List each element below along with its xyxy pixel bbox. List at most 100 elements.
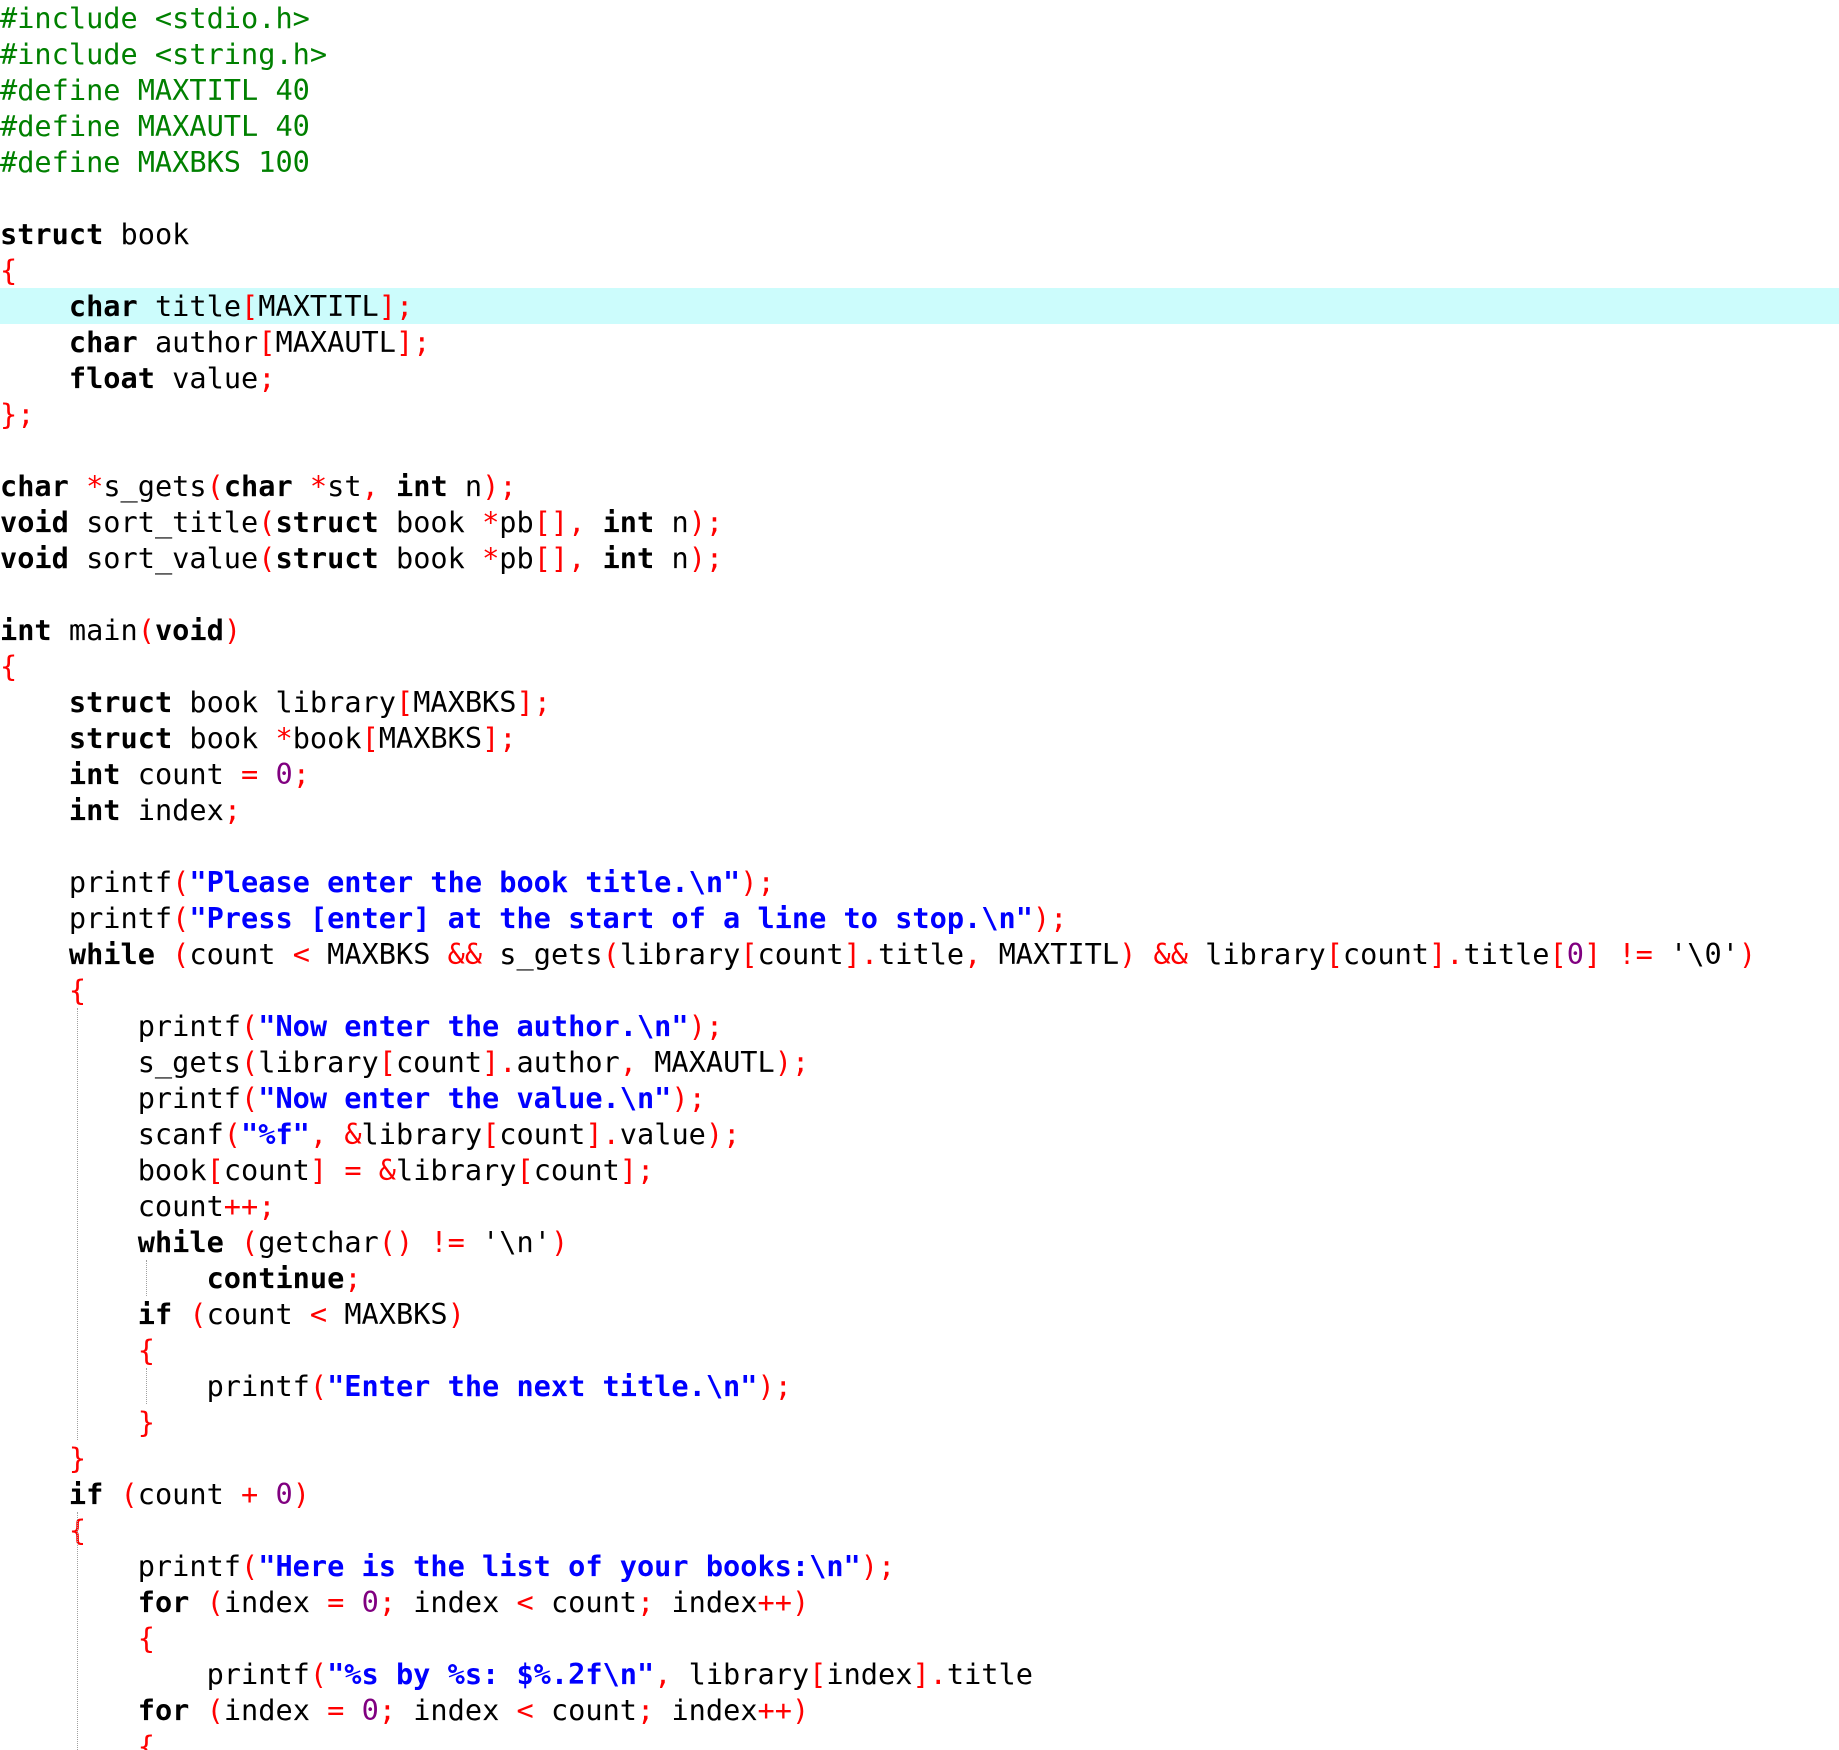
- token-op: ,: [309, 1117, 328, 1151]
- token-op: );: [705, 1117, 741, 1151]
- code-line[interactable]: };: [0, 396, 1839, 432]
- token-text: MAXTITL: [258, 289, 379, 323]
- code-line[interactable]: {: [0, 1620, 1839, 1656]
- code-line[interactable]: printf("Now enter the author.\n");: [0, 1008, 1839, 1044]
- token-text: book: [172, 721, 276, 755]
- code-editor[interactable]: #include <stdio.h> #include <string.h> #de…: [0, 0, 1839, 1750]
- token-op: ,: [654, 1657, 672, 1691]
- token-kw: int: [396, 469, 448, 503]
- token-op: ;: [378, 1585, 396, 1619]
- code-line[interactable]: #include <stdio.h>: [0, 0, 1839, 36]
- code-line[interactable]: printf("%s by %s: $%.2f\n", library[inde…: [0, 1656, 1839, 1692]
- token-text: index: [826, 1657, 913, 1691]
- token-text: author: [516, 1045, 620, 1079]
- code-line[interactable]: printf("Please enter the book title.\n")…: [0, 864, 1839, 900]
- token-str: "%f": [241, 1117, 310, 1151]
- token-op: ].: [482, 1045, 517, 1079]
- token-text: printf: [0, 1369, 310, 1403]
- code-line[interactable]: {: [0, 1512, 1839, 1548]
- code-line[interactable]: struct book library[MAXBKS];: [0, 684, 1839, 720]
- code-line[interactable]: float value;: [0, 360, 1839, 396]
- code-line[interactable]: }: [0, 1404, 1839, 1440]
- code-line[interactable]: continue;: [0, 1260, 1839, 1296]
- code-line[interactable]: for (index = 0; index < count; index++): [0, 1692, 1839, 1728]
- token-op: ].: [843, 937, 879, 971]
- token-op: [: [206, 1153, 224, 1187]
- code-line[interactable]: #define MAXTITL 40: [0, 72, 1839, 108]
- code-line[interactable]: char *s_gets(char *st, int n);: [0, 468, 1839, 504]
- code-line[interactable]: count++;: [0, 1188, 1839, 1224]
- token-op: =: [344, 1153, 362, 1187]
- code-line[interactable]: int main(void): [0, 612, 1839, 648]
- code-line[interactable]: {: [0, 1728, 1839, 1750]
- code-line[interactable]: {: [0, 648, 1839, 684]
- code-line[interactable]: scanf("%f", &library[count].value);: [0, 1116, 1839, 1152]
- token-op: {: [137, 1729, 155, 1750]
- code-line[interactable]: [0, 432, 1839, 468]
- code-line[interactable]: if (count < MAXBKS): [0, 1296, 1839, 1332]
- code-line[interactable]: void sort_value(struct book *pb[], int n…: [0, 540, 1839, 576]
- token-kw: struct: [68, 685, 173, 719]
- code-line[interactable]: {: [0, 252, 1839, 288]
- code-line[interactable]: char author[MAXAUTL];: [0, 324, 1839, 360]
- code-line[interactable]: {: [0, 1332, 1839, 1368]
- token-op: );: [688, 541, 724, 575]
- token-op: &&: [447, 937, 483, 971]
- code-line[interactable]: int count = 0;: [0, 756, 1839, 792]
- code-line[interactable]: int index;: [0, 792, 1839, 828]
- code-line[interactable]: struct book *book[MAXBKS];: [0, 720, 1839, 756]
- token-op: ].: [1429, 937, 1464, 971]
- token-op: (: [206, 469, 224, 503]
- token-op: ): [292, 1477, 310, 1511]
- code-line[interactable]: }: [0, 1440, 1839, 1476]
- code-line[interactable]: while (count < MAXBKS && s_gets(library[…: [0, 936, 1839, 972]
- code-line[interactable]: printf("Enter the next title.\n");: [0, 1368, 1839, 1404]
- code-line[interactable]: for (index = 0; index < count; index++): [0, 1584, 1839, 1620]
- token-kw: while: [137, 1225, 224, 1259]
- token-text: index: [654, 1693, 758, 1727]
- code-line[interactable]: [0, 576, 1839, 612]
- token-num: 0: [275, 1477, 293, 1511]
- code-line[interactable]: [0, 828, 1839, 864]
- token-kw: while: [68, 937, 155, 971]
- code-line[interactable]: while (getchar() != '\n'): [0, 1224, 1839, 1260]
- token-kw: for: [137, 1585, 190, 1619]
- token-op: *: [86, 469, 104, 503]
- code-line[interactable]: if (count + 0): [0, 1476, 1839, 1512]
- token-text: sort_value: [68, 541, 259, 575]
- token-kw: int: [602, 541, 655, 575]
- code-line[interactable]: #include <string.h>: [0, 36, 1839, 72]
- code-line[interactable]: book[count] = &library[count];: [0, 1152, 1839, 1188]
- token-text: count: [120, 757, 242, 791]
- code-line[interactable]: printf("Now enter the value.\n");: [0, 1080, 1839, 1116]
- code-line[interactable]: void sort_title(struct book *pb[], int n…: [0, 504, 1839, 540]
- token-text: sort_title: [68, 505, 259, 539]
- code-line[interactable]: #define MAXAUTL 40: [0, 108, 1839, 144]
- code-line[interactable]: {: [0, 972, 1839, 1008]
- token-op: [: [482, 1117, 500, 1151]
- code-line[interactable]: printf("Press [enter] at the start of a …: [0, 900, 1839, 936]
- token-op: ;: [344, 1261, 362, 1295]
- token-ch: '\n': [482, 1225, 551, 1259]
- token-op: ];: [516, 685, 551, 719]
- code-line[interactable]: printf("Here is the list of your books:\…: [0, 1548, 1839, 1584]
- token-op: );: [740, 865, 775, 899]
- code-line[interactable]: s_gets(library[count].author, MAXAUTL);: [0, 1044, 1839, 1080]
- current-code-line[interactable]: char title[MAXTITL];: [0, 288, 1839, 324]
- token-pp: #define MAXAUTL 40: [0, 109, 310, 143]
- code-line[interactable]: #define MAXBKS 100: [0, 144, 1839, 180]
- code-line[interactable]: struct book: [0, 216, 1839, 252]
- code-line[interactable]: [0, 180, 1839, 216]
- token-op: ): [447, 1297, 465, 1331]
